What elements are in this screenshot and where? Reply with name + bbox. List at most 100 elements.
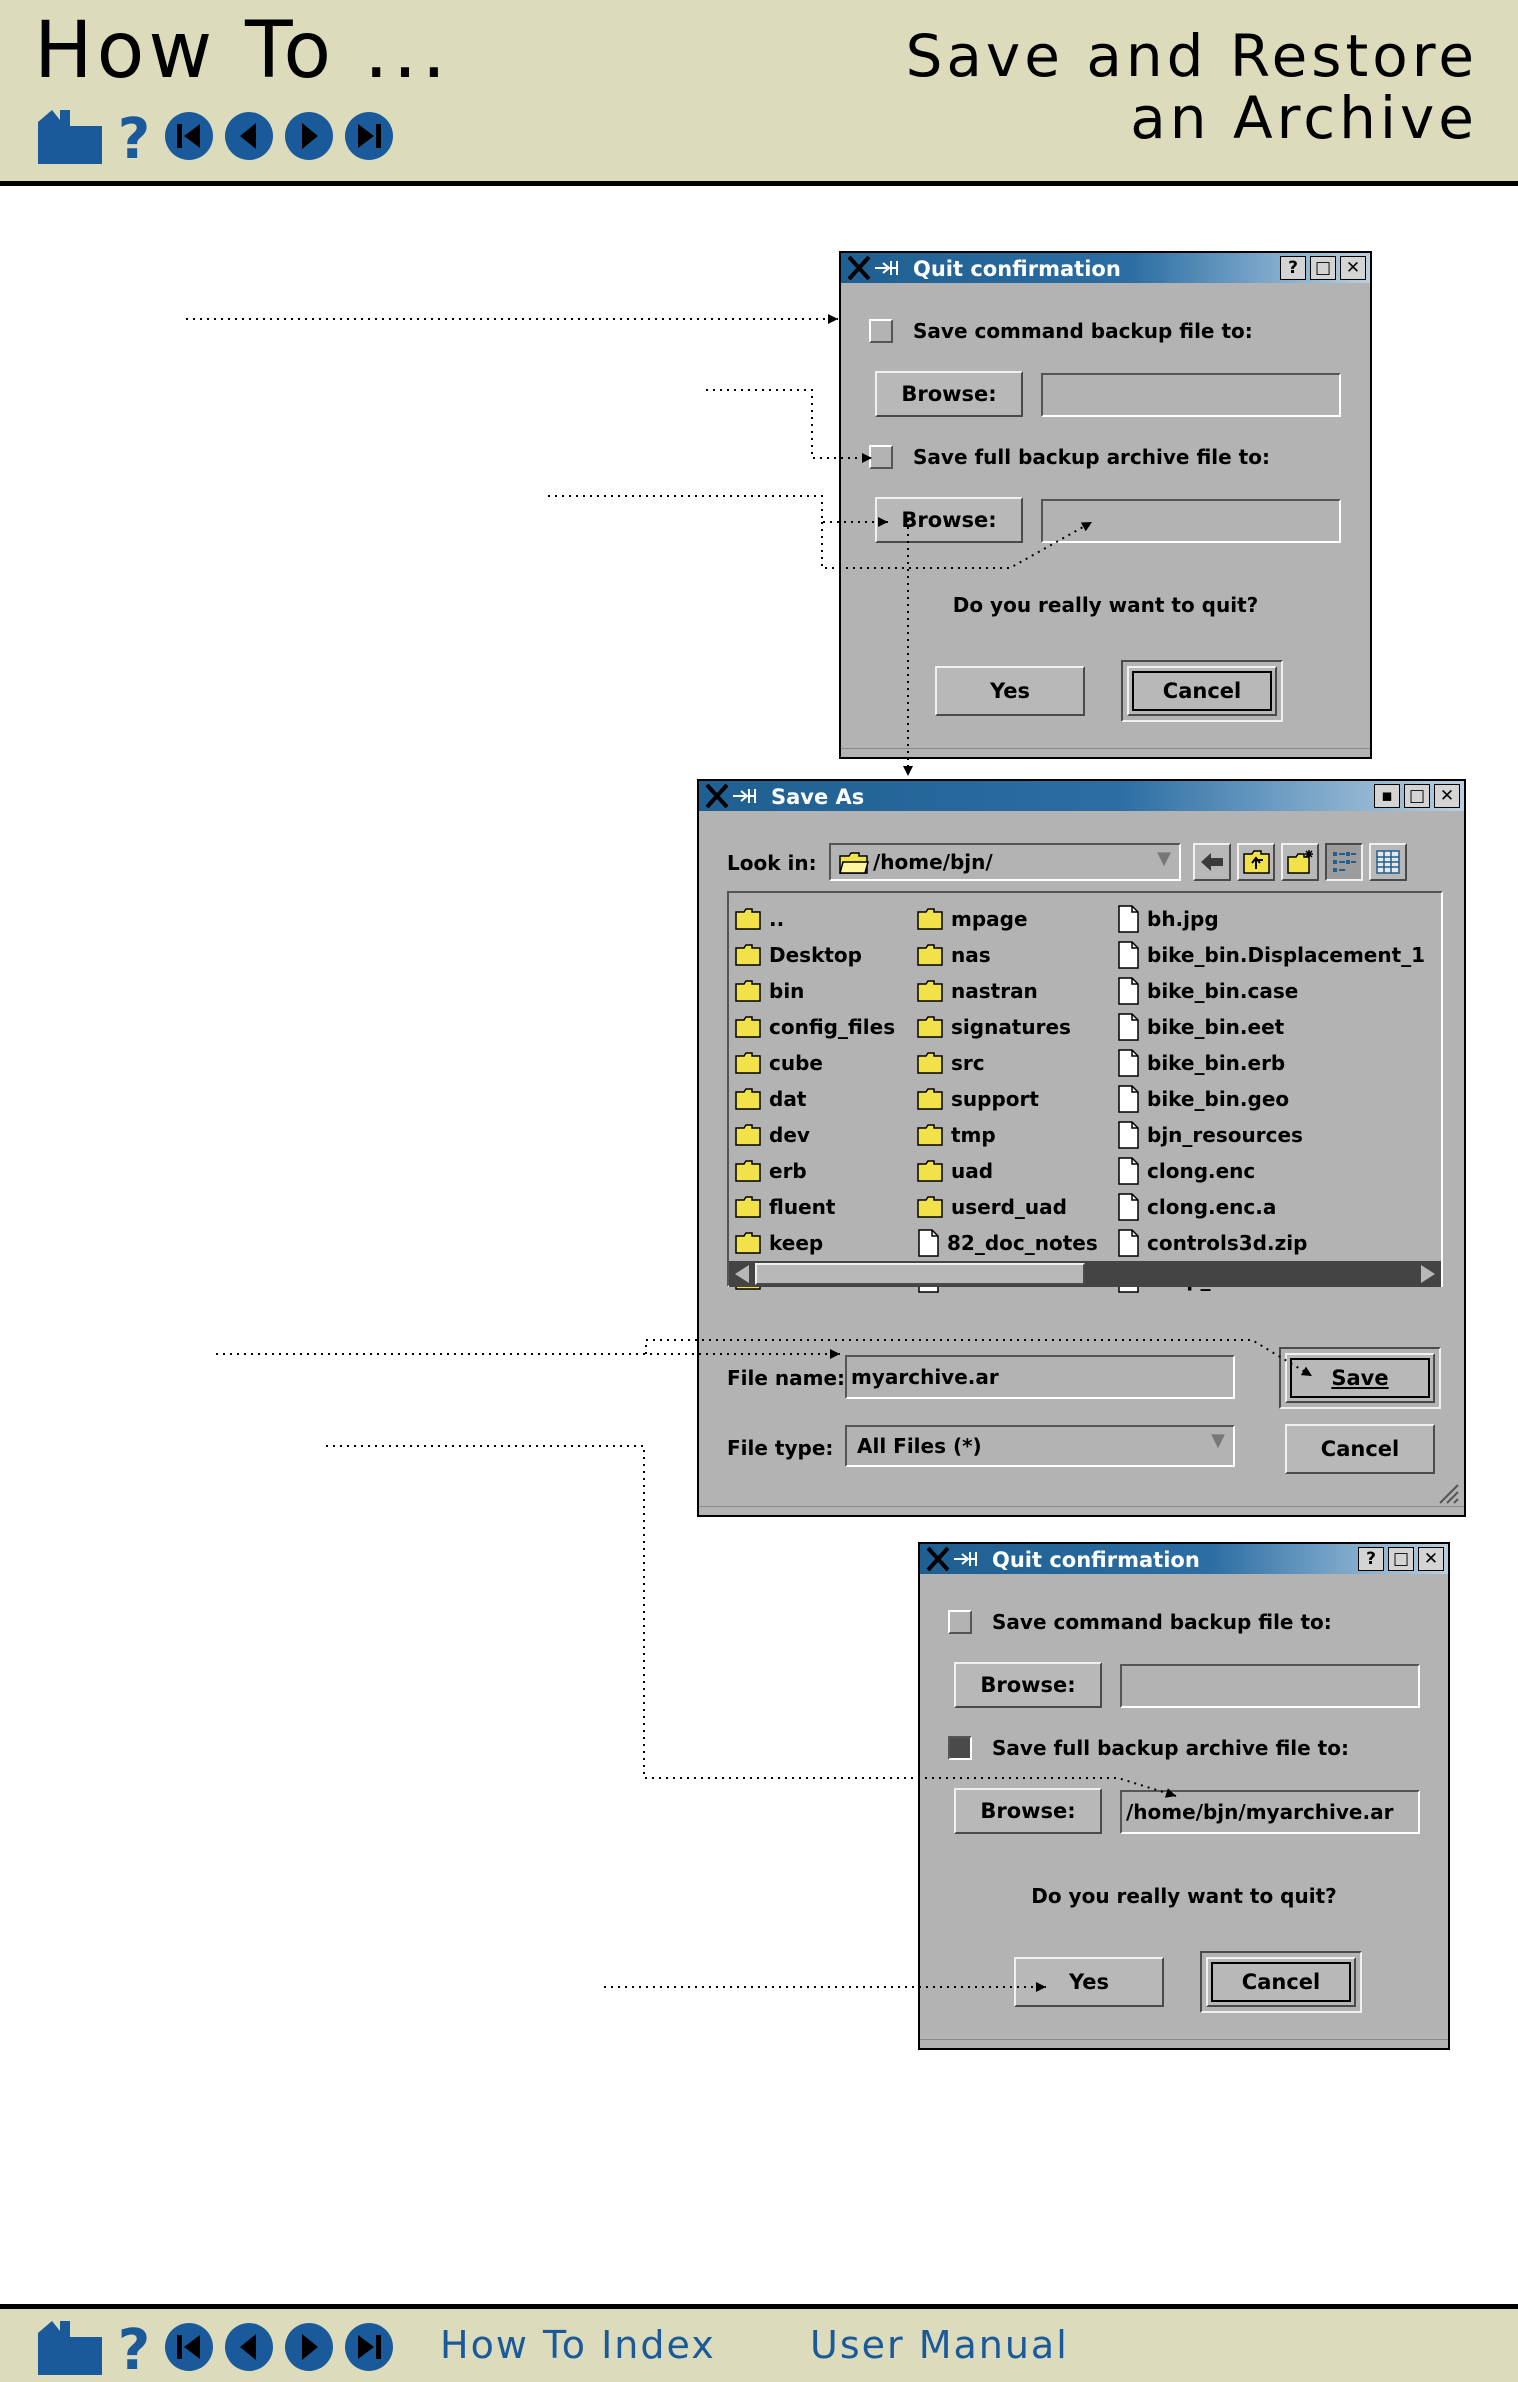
parent-folder-button[interactable] [1237,843,1275,881]
file-list-item[interactable]: support [917,1081,1098,1117]
maximize-button[interactable]: □ [1310,256,1336,280]
scroll-left-icon[interactable] [731,1261,753,1287]
scroll-right-icon[interactable] [1417,1261,1439,1287]
chevron-down-icon[interactable]: ▼ [1153,848,1175,876]
file-list-item[interactable]: tmp [917,1117,1098,1153]
help-icon[interactable]: ? [114,108,154,164]
detail-view-button[interactable] [1369,843,1407,881]
save-button[interactable]: Save [1285,1353,1435,1403]
archive-path-field[interactable]: /home/bjn/myarchive.ar [1120,1790,1420,1834]
folder-icon [917,1160,943,1182]
save-command-checkbox[interactable] [948,1610,972,1634]
file-list-item[interactable]: nastran [917,973,1098,1009]
maximize-button[interactable]: □ [1388,1547,1414,1571]
new-folder-button[interactable] [1281,843,1319,881]
scrollbar-thumb[interactable] [755,1263,1085,1285]
x11-window-icon[interactable] [705,783,765,809]
save-command-checkbox[interactable] [869,319,893,343]
help-button[interactable]: ? [1358,1547,1384,1571]
back-button[interactable] [1193,843,1231,881]
file-list-item[interactable]: 82_doc_notes [917,1225,1098,1261]
home-icon[interactable] [36,2319,104,2375]
close-button[interactable]: ✕ [1340,256,1366,280]
archive-path-field[interactable] [1041,499,1341,543]
file-list-item[interactable]: bike_bin.case [1117,973,1425,1009]
how-to-index-link[interactable]: How To Index [440,2323,716,2367]
home-icon[interactable] [36,108,104,164]
file-list-item[interactable]: keep [735,1225,895,1261]
browse-command-button[interactable]: Browse: [954,1662,1102,1708]
file-list-item[interactable]: config_files [735,1009,895,1045]
x11-window-icon[interactable] [847,255,907,281]
last-page-icon[interactable] [344,2322,394,2372]
user-manual-link[interactable]: User Manual [810,2323,1069,2367]
save-archive-checkbox[interactable] [869,445,893,469]
yes-button[interactable]: Yes [935,666,1085,716]
file-list-item[interactable]: dev [735,1117,895,1153]
file-icon [1118,905,1139,933]
look-in-combo[interactable]: /home/bjn/ ▼ [829,843,1181,881]
minimize-button[interactable]: ▪ [1374,784,1400,808]
file-list-item-label: src [951,1051,985,1075]
browse-archive-button[interactable]: Browse: [875,497,1023,543]
maximize-button[interactable]: □ [1404,784,1430,808]
yes-button[interactable]: Yes [1014,1957,1164,2007]
file-list-item[interactable]: bike_bin.eet [1117,1009,1425,1045]
x11-window-icon[interactable] [926,1546,986,1572]
file-list-item[interactable]: bike_bin.erb [1117,1045,1425,1081]
callout-line-browse [548,495,888,527]
dialog-titlebar[interactable]: Quit confirmation ? □ ✕ [841,253,1370,283]
command-path-field[interactable] [1041,373,1341,417]
prev-page-icon[interactable] [224,2322,274,2372]
file-list-item[interactable]: clong.enc [1117,1153,1425,1189]
folder-icon [735,944,761,966]
chevron-down-icon[interactable]: ▼ [1207,1430,1229,1458]
file-list-item[interactable]: Desktop [735,937,895,973]
file-list-item[interactable]: src [917,1045,1098,1081]
horizontal-scrollbar[interactable] [729,1261,1441,1287]
file-list-item[interactable]: fluent [735,1189,895,1225]
first-page-icon[interactable] [164,111,214,161]
help-button[interactable]: ? [1280,256,1306,280]
browse-command-button[interactable]: Browse: [875,371,1023,417]
cancel-button[interactable]: Cancel [1285,1424,1435,1474]
save-archive-checkbox-checked[interactable] [948,1736,972,1760]
file-list-item[interactable]: nas [917,937,1098,973]
file-list-item[interactable]: controls3d.zip [1117,1225,1425,1261]
list-view-button[interactable] [1325,843,1363,881]
file-list-item[interactable]: userd_uad [917,1189,1098,1225]
last-page-icon[interactable] [344,111,394,161]
cancel-button[interactable]: Cancel [1127,666,1277,716]
file-list[interactable]: .. Desktop bin config_files cube dat dev erb flu… [727,891,1443,1293]
file-list-item[interactable]: bh.jpg [1117,901,1425,937]
first-page-icon[interactable] [164,2322,214,2372]
file-list-item[interactable]: dat [735,1081,895,1117]
file-type-combo[interactable]: All Files (*) ▼ [845,1425,1235,1467]
command-path-field[interactable] [1120,1664,1420,1708]
file-icon [918,1229,939,1257]
file-list-item[interactable]: mpage [917,901,1098,937]
next-page-icon[interactable] [284,2322,334,2372]
file-list-item[interactable]: erb [735,1153,895,1189]
file-list-item[interactable]: bike_bin.Displacement_1 [1117,937,1425,973]
file-list-item[interactable]: signatures [917,1009,1098,1045]
file-name-field[interactable]: myarchive.ar [845,1355,1235,1399]
file-list-item[interactable]: clong.enc.a [1117,1189,1425,1225]
file-list-item-label: erb [769,1159,807,1183]
prev-page-icon[interactable] [224,111,274,161]
close-button[interactable]: ✕ [1418,1547,1444,1571]
help-icon[interactable]: ? [114,2319,154,2375]
file-list-item[interactable]: uad [917,1153,1098,1189]
file-list-item[interactable]: cube [735,1045,895,1081]
file-list-item[interactable]: bjn_resources [1117,1117,1425,1153]
close-button[interactable]: ✕ [1434,784,1460,808]
cancel-button[interactable]: Cancel [1206,1957,1356,2007]
browse-archive-button[interactable]: Browse: [954,1788,1102,1834]
resize-grip-icon[interactable] [1434,1479,1460,1505]
file-list-item[interactable]: .. [735,901,895,937]
file-list-item[interactable]: bike_bin.geo [1117,1081,1425,1117]
dialog-titlebar[interactable]: Quit confirmation ? □ ✕ [920,1544,1448,1574]
next-page-icon[interactable] [284,111,334,161]
dialog-titlebar[interactable]: Save As ▪ □ ✕ [699,781,1464,811]
file-list-item[interactable]: bin [735,973,895,1009]
